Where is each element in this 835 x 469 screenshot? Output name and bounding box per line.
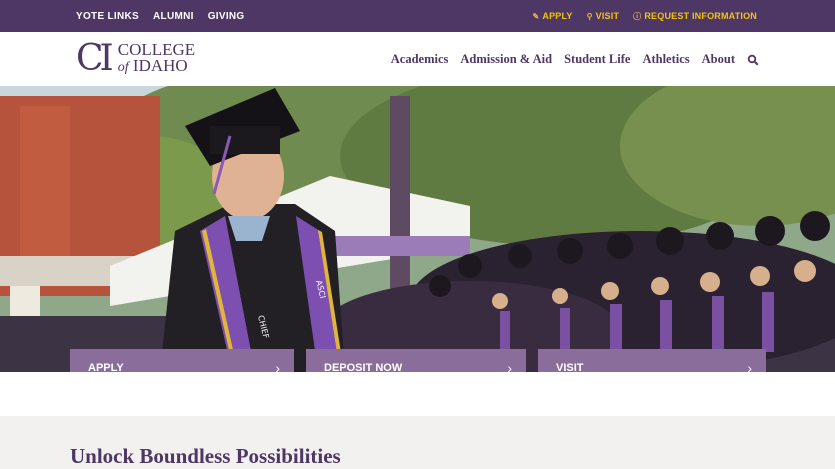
alumni-link[interactable]: ALUMNI: [153, 11, 194, 22]
nav-about[interactable]: About: [702, 52, 735, 67]
utility-links-right: ✎ APPLY ⚲ VISIT ⓘ REQUEST INFORMATION: [532, 0, 757, 32]
search-icon[interactable]: [747, 53, 759, 66]
nav-admission-aid[interactable]: Admission & Aid: [460, 52, 552, 67]
nav-athletics[interactable]: Athletics: [642, 52, 689, 67]
college-logo[interactable]: CI COLLEGE of IDAHO: [76, 38, 195, 80]
top-apply-label: APPLY: [542, 11, 573, 21]
main-nav: Academics Admission & Aid Student Life A…: [391, 32, 759, 86]
giving-link[interactable]: GIVING: [208, 11, 245, 22]
utility-links-left: YOTE LINKS ALUMNI GIVING: [76, 0, 245, 32]
map-pin-icon: ⚲: [586, 11, 593, 21]
section-heading: Unlock Boundless Possibilities: [70, 444, 341, 468]
utility-bar: YOTE LINKS ALUMNI GIVING ✎ APPLY ⚲ VISIT…: [0, 0, 835, 32]
nav-student-life[interactable]: Student Life: [564, 52, 630, 67]
top-visit-link[interactable]: ⚲ VISIT: [587, 11, 620, 21]
yote-links-link[interactable]: YOTE LINKS: [76, 11, 139, 22]
top-apply-link[interactable]: ✎ APPLY: [532, 11, 572, 21]
intro-section: Unlock Boundless Possibilities: [0, 416, 835, 469]
logo-wordmark: COLLEGE of IDAHO: [117, 41, 195, 76]
graduation-photo: CHIEF ASCI: [0, 86, 835, 372]
request-information-link[interactable]: ⓘ REQUEST INFORMATION: [633, 11, 757, 22]
top-visit-label: VISIT: [595, 11, 620, 21]
info-icon: ⓘ: [633, 11, 642, 21]
site-header: CI COLLEGE of IDAHO Academics Admission …: [0, 32, 835, 86]
hero-image: CHIEF ASCI: [0, 86, 835, 372]
logo-idaho: IDAHO: [132, 56, 188, 75]
nav-academics[interactable]: Academics: [391, 52, 449, 67]
white-gap: [0, 372, 835, 416]
logo-monogram: CI: [76, 38, 114, 79]
logo-of: of: [117, 60, 129, 75]
logo-line-idaho: of IDAHO: [117, 56, 195, 76]
pencil-icon: ✎: [532, 11, 540, 21]
request-information-label: REQUEST INFORMATION: [644, 11, 757, 21]
